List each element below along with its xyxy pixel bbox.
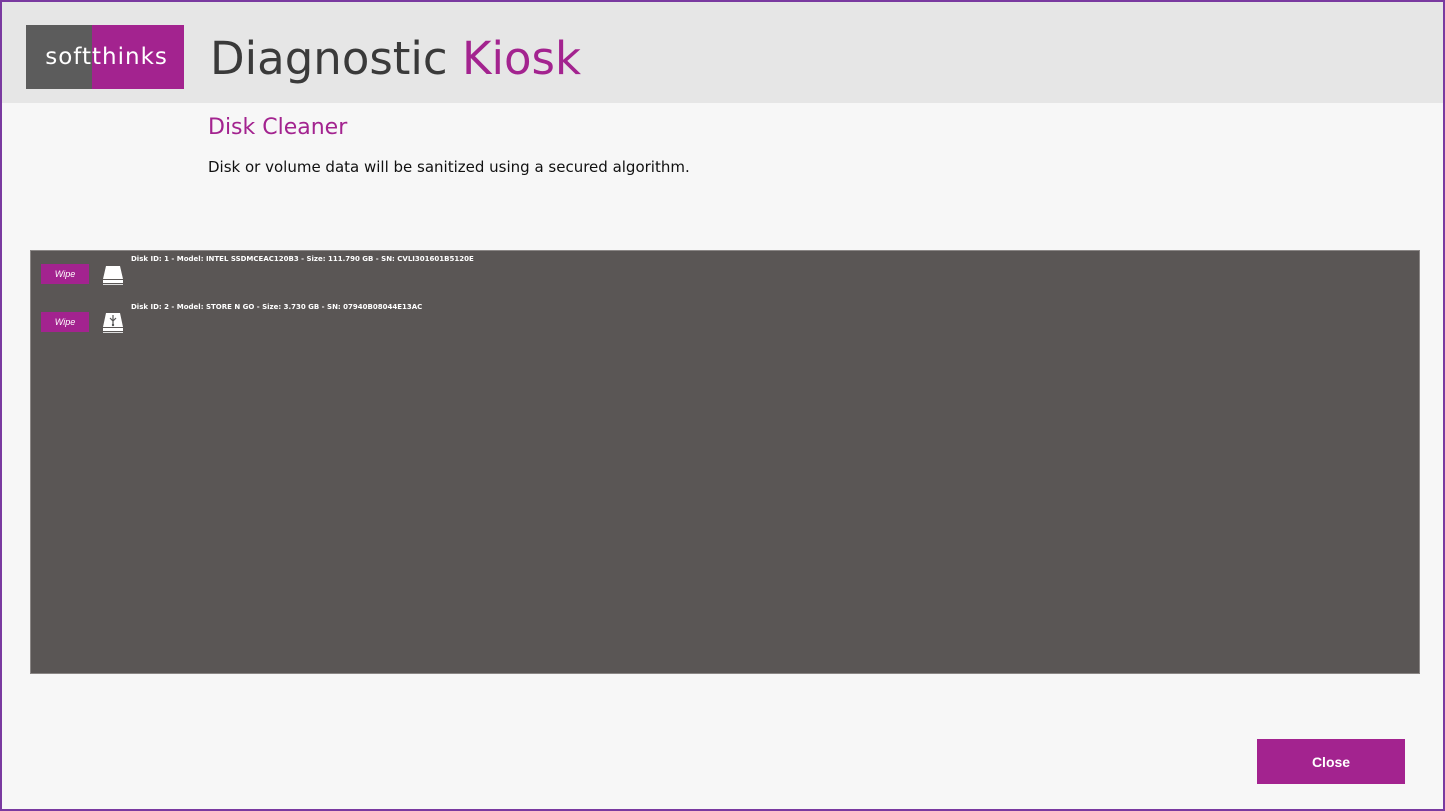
disk-info: Disk ID: 2 - Model: STORE N GO - Size: 3… [131, 303, 423, 311]
logo-left: soft [26, 25, 92, 89]
wipe-button[interactable]: Wipe [41, 264, 89, 284]
disk-list-panel: Wipe Disk ID: 1 - Model: INTEL SSDMCEAC1… [30, 250, 1420, 674]
usb-drive-icon [101, 311, 125, 335]
wipe-button[interactable]: Wipe [41, 312, 89, 332]
header: soft thinks Diagnostic Kiosk [2, 2, 1443, 103]
disk-row: Wipe Disk ID: 1 - Model: INTEL SSDMCEAC1… [31, 251, 1419, 291]
app-title-main: Diagnostic [210, 32, 448, 85]
logo-right: thinks [92, 25, 184, 89]
hard-drive-icon [101, 263, 125, 287]
softthinks-logo: soft thinks [26, 25, 184, 89]
section-description: Disk or volume data will be sanitized us… [208, 158, 690, 176]
app-title-accent: Kiosk [462, 32, 582, 85]
disk-row: Wipe Disk ID: 2 - Model: STORE N GO - Si… [31, 299, 1419, 339]
disk-info: Disk ID: 1 - Model: INTEL SSDMCEAC120B3 … [131, 255, 474, 263]
close-button[interactable]: Close [1257, 739, 1405, 784]
section-title: Disk Cleaner [208, 115, 348, 140]
app-title: Diagnostic Kiosk [210, 29, 581, 89]
